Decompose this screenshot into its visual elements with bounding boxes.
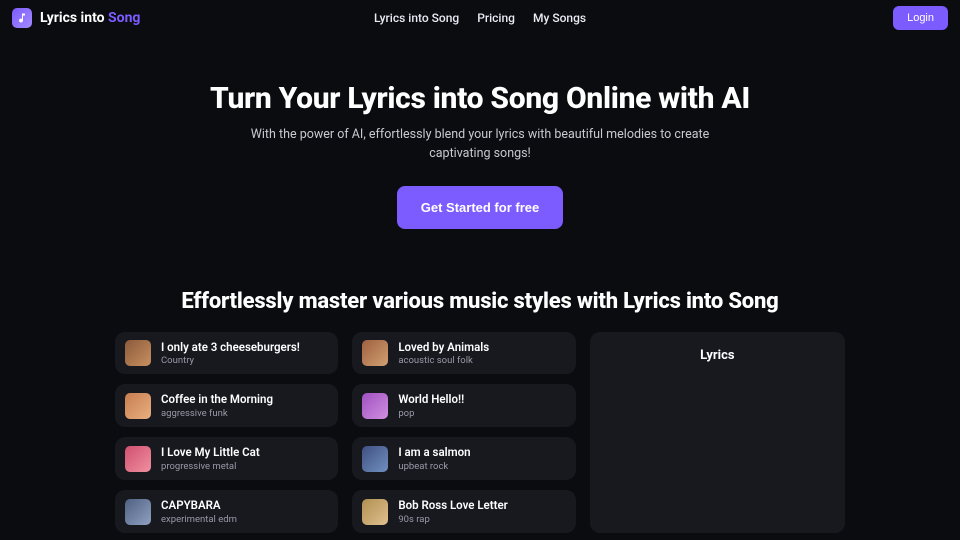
song-style: progressive metal: [161, 461, 260, 472]
song-thumbnail: [362, 499, 388, 525]
song-column-left: I only ate 3 cheeseburgers! Country Coff…: [115, 332, 338, 534]
hero: Turn Your Lyrics into Song Online with A…: [0, 36, 960, 259]
song-style: acoustic soul folk: [398, 355, 489, 366]
song-thumbnail: [125, 499, 151, 525]
song-info: Loved by Animals acoustic soul folk: [398, 340, 489, 367]
logo-prefix: Lyrics into: [40, 10, 108, 26]
song-column-right: Loved by Animals acoustic soul folk Worl…: [352, 332, 575, 534]
get-started-button[interactable]: Get Started for free: [397, 186, 563, 229]
section-title: Effortlessly master various music styles…: [0, 289, 960, 314]
song-title: Loved by Animals: [398, 340, 489, 355]
song-title: I am a salmon: [398, 445, 470, 460]
lyrics-panel: Lyrics: [590, 332, 845, 534]
song-title: CAPYBARA: [161, 498, 237, 513]
song-style: pop: [398, 408, 464, 419]
login-button[interactable]: Login: [893, 6, 948, 30]
song-thumbnail: [125, 340, 151, 366]
hero-subtitle: With the power of AI, effortlessly blend…: [220, 126, 740, 164]
song-card[interactable]: World Hello!! pop: [352, 384, 575, 427]
song-card[interactable]: I Love My Little Cat progressive metal: [115, 437, 338, 480]
nav-my-songs[interactable]: My Songs: [533, 11, 586, 25]
nav-pricing[interactable]: Pricing: [477, 11, 515, 25]
song-info: I Love My Little Cat progressive metal: [161, 445, 260, 472]
song-thumbnail: [125, 446, 151, 472]
hero-title: Turn Your Lyrics into Song Online with A…: [20, 81, 940, 116]
nav-lyrics-into-song[interactable]: Lyrics into Song: [374, 11, 459, 25]
song-title: Coffee in the Morning: [161, 392, 273, 407]
song-title: I only ate 3 cheeseburgers!: [161, 340, 300, 355]
song-style: upbeat rock: [398, 461, 470, 472]
song-info: I only ate 3 cheeseburgers! Country: [161, 340, 300, 367]
song-info: I am a salmon upbeat rock: [398, 445, 470, 472]
lyrics-heading: Lyrics: [606, 348, 829, 363]
styles-grid: I only ate 3 cheeseburgers! Country Coff…: [0, 332, 960, 534]
nav-center: Lyrics into Song Pricing My Songs: [374, 11, 586, 25]
song-card[interactable]: I am a salmon upbeat rock: [352, 437, 575, 480]
song-info: CAPYBARA experimental edm: [161, 498, 237, 525]
song-style: aggressive funk: [161, 408, 273, 419]
song-info: Coffee in the Morning aggressive funk: [161, 392, 273, 419]
song-style: 90s rap: [398, 514, 507, 525]
song-title: Bob Ross Love Letter: [398, 498, 507, 513]
song-thumbnail: [362, 340, 388, 366]
logo[interactable]: Lyrics into Song: [12, 8, 140, 28]
song-info: Bob Ross Love Letter 90s rap: [398, 498, 507, 525]
song-info: World Hello!! pop: [398, 392, 464, 419]
logo-text: Lyrics into Song: [40, 10, 140, 26]
song-card[interactable]: Bob Ross Love Letter 90s rap: [352, 490, 575, 533]
song-thumbnail: [362, 446, 388, 472]
song-thumbnail: [362, 393, 388, 419]
song-style: Country: [161, 355, 300, 366]
music-note-icon: [12, 8, 32, 28]
song-card[interactable]: CAPYBARA experimental edm: [115, 490, 338, 533]
song-card[interactable]: Loved by Animals acoustic soul folk: [352, 332, 575, 375]
song-title: World Hello!!: [398, 392, 464, 407]
song-thumbnail: [125, 393, 151, 419]
logo-accent: Song: [108, 10, 140, 26]
song-style: experimental edm: [161, 514, 237, 525]
song-title: I Love My Little Cat: [161, 445, 260, 460]
song-card[interactable]: I only ate 3 cheeseburgers! Country: [115, 332, 338, 375]
header: Lyrics into Song Lyrics into Song Pricin…: [0, 0, 960, 36]
song-card[interactable]: Coffee in the Morning aggressive funk: [115, 384, 338, 427]
